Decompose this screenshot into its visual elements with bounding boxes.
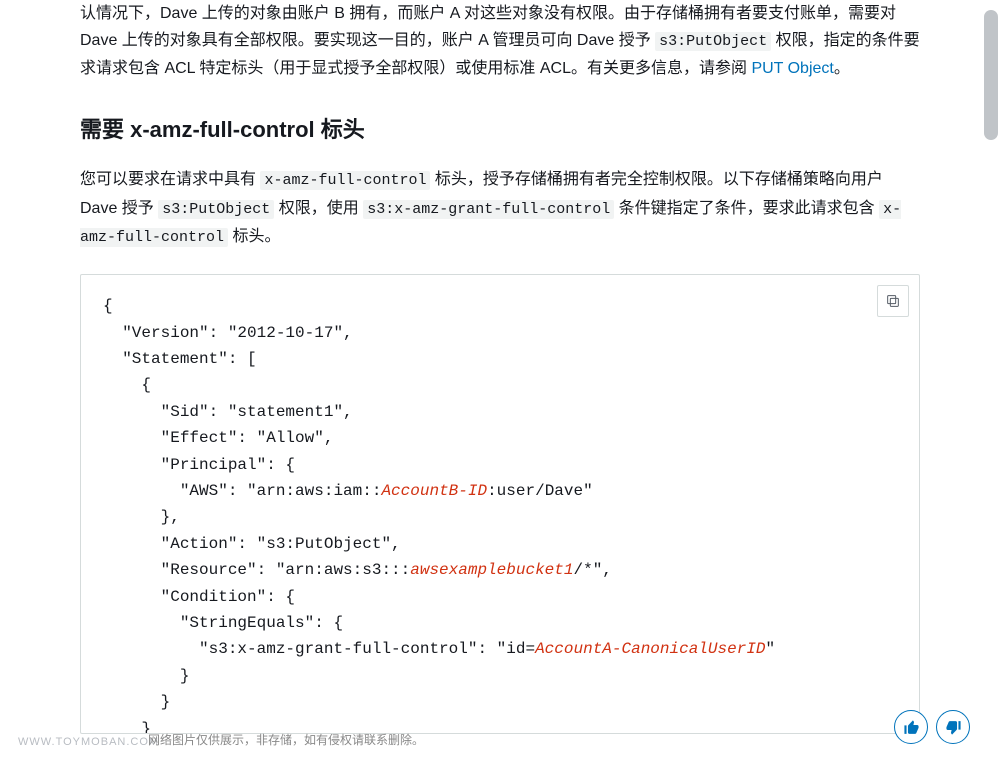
code-line: "StringEquals": {: [103, 614, 343, 632]
code-block: { "Version": "2012-10-17", "Statement": …: [80, 274, 920, 734]
code-line: "s3:x-amz-grant-full-control": "id=: [103, 640, 535, 658]
code-line: "Condition": {: [103, 588, 295, 606]
code-line: "Effect": "Allow",: [103, 429, 333, 447]
put-object-link[interactable]: PUT Object: [751, 60, 833, 77]
scrollbar-thumb[interactable]: [984, 10, 998, 140]
code-line: "Version": "2012-10-17",: [103, 324, 353, 342]
inline-code: s3:x-amz-grant-full-control: [363, 200, 614, 219]
code-line: /*",: [573, 561, 611, 579]
watermark-text: WWW.TOYMOBAN.COM: [18, 736, 159, 748]
feedback-buttons: [894, 710, 970, 744]
text-segment: 。: [834, 60, 850, 77]
inline-code: s3:PutObject: [655, 32, 771, 51]
text-segment: 您可以要求在请求中具有: [80, 171, 260, 188]
watermark-note: 网络图片仅供展示，非存储，如有侵权请联系删除。: [148, 731, 424, 748]
code-line: :user/Dave": [487, 482, 593, 500]
section-heading: 需要 x-amz-full-control 标头: [80, 112, 920, 144]
code-line: "Resource": "arn:aws:s3:::: [103, 561, 410, 579]
code-line: {: [103, 376, 151, 394]
description-paragraph: 您可以要求在请求中具有 x-amz-full-control 标头，授予存储桶拥…: [80, 166, 920, 252]
code-line: "Principal": {: [103, 456, 295, 474]
thumbs-down-button[interactable]: [936, 710, 970, 744]
text-segment: 权限，使用: [274, 200, 363, 217]
document-content: 认情况下，Dave 上传的对象由账户 B 拥有，而账户 A 对这些对象没有权限。…: [0, 0, 1000, 734]
code-line: "Action": "s3:PutObject",: [103, 535, 401, 553]
thumbs-down-icon: [945, 719, 962, 736]
code-line: }: [103, 693, 170, 711]
code-line: }: [103, 667, 189, 685]
code-line: "AWS": "arn:aws:iam::: [103, 482, 381, 500]
copy-button[interactable]: [877, 285, 909, 317]
thumbs-up-icon: [903, 719, 920, 736]
code-line: "Statement": [: [103, 350, 257, 368]
intro-paragraph: 认情况下，Dave 上传的对象由账户 B 拥有，而账户 A 对这些对象没有权限。…: [80, 0, 920, 82]
code-line: ": [766, 640, 776, 658]
code-placeholder: AccountB-ID: [381, 482, 487, 500]
code-line: },: [103, 508, 180, 526]
text-segment: 标头。: [228, 228, 280, 245]
code-placeholder: AccountA-CanonicalUserID: [535, 640, 765, 658]
code-line: {: [103, 297, 113, 315]
inline-code: s3:PutObject: [158, 200, 274, 219]
inline-code: x-amz-full-control: [260, 171, 430, 190]
thumbs-up-button[interactable]: [894, 710, 928, 744]
code-line: "Sid": "statement1",: [103, 403, 353, 421]
copy-icon: [885, 293, 901, 309]
code-line: }: [103, 720, 151, 735]
code-placeholder: awsexamplebucket1: [410, 561, 573, 579]
code-content: { "Version": "2012-10-17", "Statement": …: [103, 293, 897, 734]
text-segment: 条件键指定了条件，要求此请求包含: [614, 200, 879, 217]
